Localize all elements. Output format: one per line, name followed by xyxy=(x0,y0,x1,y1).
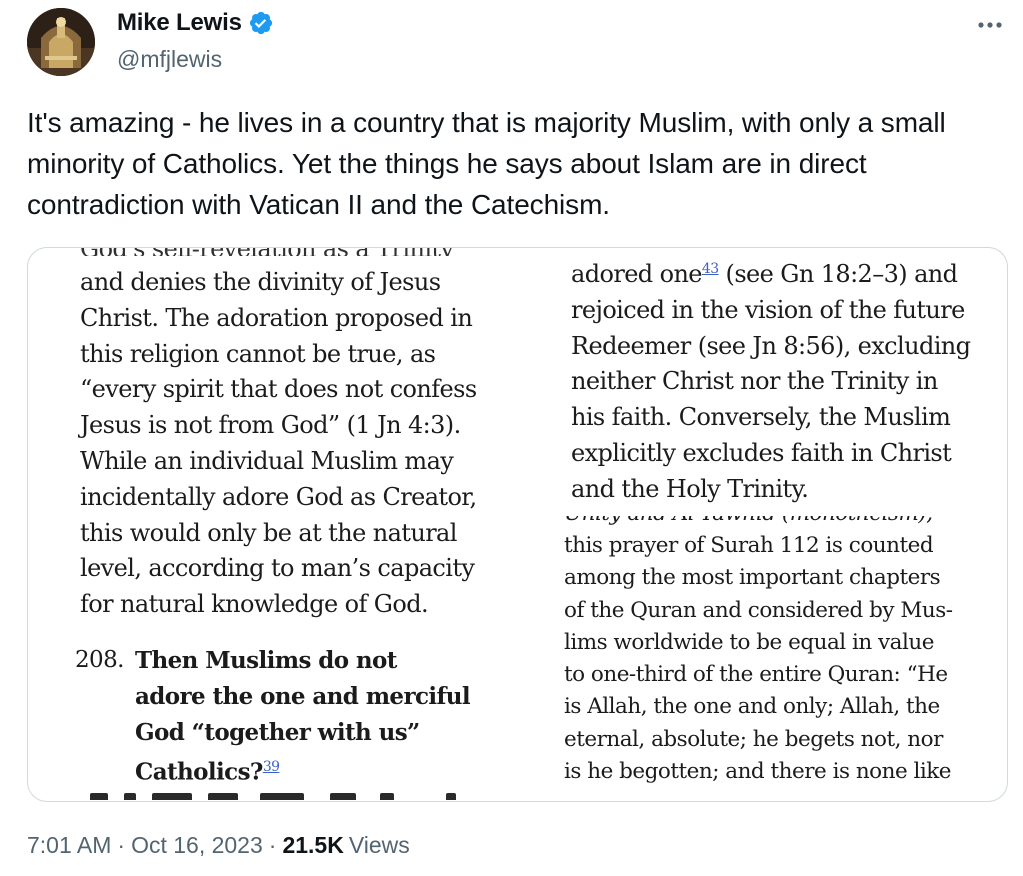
page-right-cut-line: Unity and Al-Tawhid (monotheism), xyxy=(564,516,953,530)
meta-separator: · xyxy=(268,832,277,858)
verified-badge-icon xyxy=(248,10,274,36)
page-right-line: is he begotten; and there is none like xyxy=(564,759,952,785)
views-label: Views xyxy=(348,832,410,858)
page-right-line: explicitly excludes faith in Christ xyxy=(571,438,952,467)
page-left-line: “every spirit that does not confess xyxy=(80,375,477,404)
page-left-line: this would only be at the natural xyxy=(80,518,457,547)
page-right-line: Redeemer (see Jn 8:56), excluding xyxy=(571,331,971,360)
page-left-line: Christ. The adoration proposed in xyxy=(80,303,473,332)
page-right-line: rejoiced in the vision of the future xyxy=(571,295,965,324)
question-line: Then Muslims do not xyxy=(135,647,397,674)
page-left-cut-line: God's self-revelation as a Trinity xyxy=(80,248,477,256)
footnote-link: 39 xyxy=(262,759,280,776)
author-display-name[interactable]: Mike Lewis xyxy=(117,9,242,37)
page-right-line: this prayer of Surah 112 is counted xyxy=(564,533,934,558)
question-line-last: Catholics?39 xyxy=(135,750,470,790)
page-right-line: adored one43 (see Gn 18:2–3) and xyxy=(571,252,970,293)
page-left-line: incidentally adore God as Creator, xyxy=(80,482,477,511)
author-handle[interactable]: @mfjlewis xyxy=(117,46,222,73)
page-left-line: and denies the divinity of Jesus xyxy=(80,268,441,296)
meta-separator: · xyxy=(117,832,126,858)
page-left-line: this religion cannot be true, as xyxy=(80,339,436,368)
page-right-line: eternal, absolute; he begets not, nor xyxy=(564,726,943,752)
page-right-line: of the Quran and considered by Mus- xyxy=(564,597,953,623)
question-line: God “together with us” xyxy=(135,718,420,746)
avatar[interactable] xyxy=(27,8,95,76)
page-left-line: level, according to man’s capacity xyxy=(80,554,475,583)
page-right-line-text: adored one xyxy=(571,260,703,288)
avatar-image xyxy=(27,8,95,76)
author-name-row: Mike Lewis xyxy=(117,9,274,37)
page-left-bottom-cut xyxy=(90,791,470,801)
question-line: Catholics? xyxy=(135,759,263,787)
tweet-meta: 7:01 AM · Oct 16, 2023 · 21.5K Views xyxy=(27,832,410,859)
page-left-line: for natural knowledge of God. xyxy=(80,590,429,619)
question-line: adore the one and merciful xyxy=(135,682,471,710)
tweet-date[interactable]: Oct 16, 2023 xyxy=(131,832,263,859)
question-number: 208. xyxy=(75,647,124,673)
tweet-time[interactable]: 7:01 AM xyxy=(27,832,111,859)
page-right-line: is Allah, the one and only; Allah, the xyxy=(564,694,940,720)
page-right-bottom-column: Unity and Al-Tawhid (monotheism), this p… xyxy=(564,516,953,788)
views-count[interactable]: 21.5K xyxy=(282,832,343,859)
page-right-line: lims worldwide to be equal in value xyxy=(564,629,934,655)
page-right-line: among the most important chapters xyxy=(564,565,941,591)
more-options-button[interactable] xyxy=(972,10,1008,40)
tweet-media-image[interactable]: God's self-revelation as a Trinity and d… xyxy=(27,247,1008,802)
page-right-top-column: adored one43 (see Gn 18:2–3) and rejoice… xyxy=(571,252,971,508)
page-right-line: his faith. Conversely, the Muslim xyxy=(571,403,951,432)
page-right-line: and the Holy Trinity. xyxy=(571,474,809,503)
page-right-line: neither Christ nor the Trinity in xyxy=(571,367,938,396)
question-heading: Then Muslims do not adore the one and me… xyxy=(135,643,471,791)
footnote-link: 43 xyxy=(701,261,719,277)
page-right-line-text: (see Gn 18:2–3) and xyxy=(718,260,958,288)
page-left-line: Jesus is not from God” (1 Jn 4:3). xyxy=(80,411,461,440)
more-dots-icon xyxy=(978,22,1002,28)
page-left-line: While an individual Muslim may xyxy=(80,446,454,475)
page-right-line: to one-third of the entire Quran: “He xyxy=(564,662,948,688)
page-left-column: God's self-revelation as a Trinity and d… xyxy=(80,248,477,623)
page-right-cut-text: Unity and Al-Tawhid (monotheism), xyxy=(564,516,933,530)
tweet-text: It's amazing - he lives in a country tha… xyxy=(27,107,946,220)
